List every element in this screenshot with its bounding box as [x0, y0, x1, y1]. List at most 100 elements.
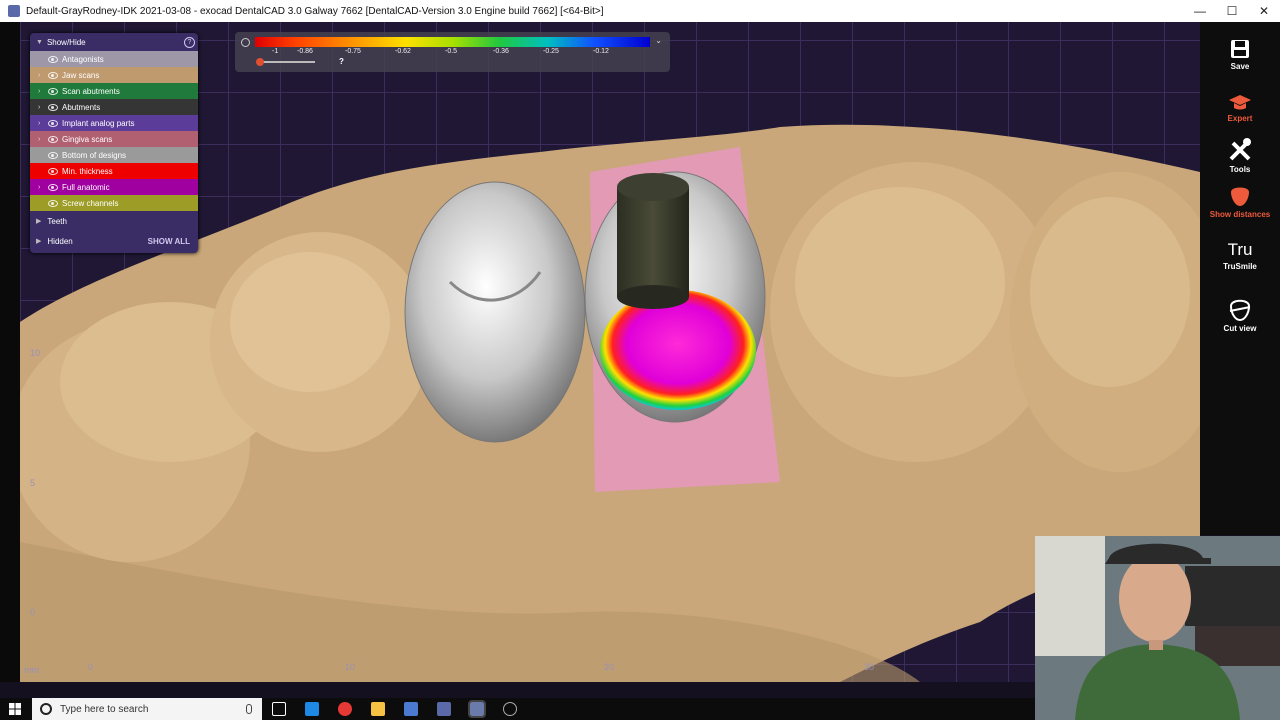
- windows-start-icon[interactable]: [9, 703, 21, 715]
- tooth-distance-icon: [1231, 187, 1249, 206]
- scale-tick-label: -0.5: [445, 48, 458, 55]
- x-axis-label: 0: [88, 662, 94, 672]
- show-hide-header[interactable]: ▼ Show/Hide: [30, 33, 198, 51]
- exocad-taskbar-icon[interactable]: [437, 702, 451, 716]
- gauge-icon[interactable]: [241, 38, 250, 47]
- eye-icon[interactable]: [48, 183, 58, 191]
- search-placeholder: Type here to search: [60, 703, 149, 715]
- expert-button[interactable]: Expert: [1200, 92, 1280, 123]
- cut-view-label: Cut view: [1223, 324, 1257, 333]
- taskbar-search-box[interactable]: Type here to search: [32, 698, 262, 720]
- scale-tick-label: -0.25: [543, 48, 559, 55]
- settings-icon[interactable]: [503, 702, 517, 716]
- minimize-button[interactable]: —: [1184, 0, 1216, 22]
- visibility-item[interactable]: Min. thickness: [30, 163, 198, 179]
- tools-button[interactable]: Tools: [1200, 137, 1280, 174]
- hidden-section[interactable]: ▶ Hidden SHOW ALL: [30, 231, 198, 251]
- visibility-item[interactable]: › Full anatomic: [30, 179, 198, 195]
- visibility-item[interactable]: Bottom of designs: [30, 147, 198, 163]
- left-window-edge: [0, 22, 20, 682]
- chevron-right-icon: ▶: [36, 218, 42, 225]
- save-icon: [1231, 40, 1249, 58]
- visibility-item[interactable]: › Implant analog parts: [30, 115, 198, 131]
- show-hide-title: Show/Hide: [46, 37, 86, 47]
- chevron-right-icon[interactable]: ›: [38, 88, 46, 95]
- file-explorer-icon[interactable]: [371, 702, 385, 716]
- visibility-item[interactable]: › Gingiva scans: [30, 131, 198, 147]
- y-axis-label: 0: [30, 607, 36, 617]
- screw-channel: [617, 187, 689, 297]
- chrome-icon[interactable]: [338, 702, 352, 716]
- mail-icon[interactable]: [305, 702, 319, 716]
- eye-icon[interactable]: [48, 87, 58, 95]
- color-gradient: [255, 37, 650, 47]
- webcam-overlay: [1035, 536, 1280, 720]
- chevron-right-icon[interactable]: ›: [38, 120, 46, 127]
- trusmile-button[interactable]: Tru TruSmile: [1200, 240, 1280, 271]
- trusmile-icon: Tru: [1227, 240, 1253, 259]
- eye-icon[interactable]: [48, 71, 58, 79]
- save-button[interactable]: Save: [1200, 38, 1280, 71]
- scale-tick-label: -0.75: [345, 48, 361, 55]
- scale-tick-label: -1: [272, 48, 279, 55]
- y-axis-label: 10: [30, 348, 41, 358]
- eye-icon[interactable]: [48, 167, 58, 175]
- eye-icon[interactable]: [48, 135, 58, 143]
- x-axis-label: 30: [864, 662, 875, 672]
- task-view-icon[interactable]: [272, 702, 286, 716]
- visibility-item-label: Abutments: [62, 102, 101, 112]
- distance-color-scale: -1 -0.86 -0.75 -0.62 -0.5 -0.36 -0.25 -0.12 ? ⌄: [235, 32, 670, 72]
- expert-label: Expert: [1227, 114, 1253, 123]
- help-icon[interactable]: ?: [184, 37, 195, 48]
- teeth-section[interactable]: ▶ Teeth: [30, 211, 198, 231]
- tools-label: Tools: [1229, 165, 1251, 174]
- y-axis-label: 5: [30, 478, 36, 488]
- maximize-button[interactable]: ☐: [1216, 0, 1248, 22]
- chevron-down-icon[interactable]: ⌄: [655, 36, 662, 45]
- cut-view-icon: [1229, 299, 1251, 322]
- presenter-video: [1035, 536, 1280, 720]
- eye-icon[interactable]: [48, 55, 58, 63]
- show-all-button[interactable]: SHOW ALL: [148, 237, 190, 246]
- visibility-item-label: Implant analog parts: [62, 118, 135, 128]
- visibility-item-label: Min. thickness: [62, 166, 113, 176]
- scale-slider-track[interactable]: [259, 61, 315, 63]
- right-toolbar: Save Expert Tools Show distances Tru Tru…: [1200, 22, 1280, 535]
- visibility-item[interactable]: › Jaw scans: [30, 67, 198, 83]
- chevron-right-icon: ▶: [36, 238, 42, 245]
- microphone-icon[interactable]: [246, 704, 252, 714]
- graduation-cap-icon: [1229, 95, 1251, 110]
- visibility-item-label: Bottom of designs: [62, 150, 127, 160]
- chevron-right-icon[interactable]: ›: [38, 104, 46, 111]
- cut-view-button[interactable]: Cut view: [1200, 298, 1280, 333]
- visibility-item[interactable]: › Abutments: [30, 99, 198, 115]
- tools-icon: [1229, 138, 1251, 161]
- hidden-label: Hidden: [47, 236, 73, 246]
- chevron-right-icon[interactable]: ›: [38, 136, 46, 143]
- eye-icon[interactable]: [48, 103, 58, 111]
- store-icon[interactable]: [404, 702, 418, 716]
- scale-tick-label: -0.12: [593, 48, 609, 55]
- visibility-item[interactable]: › Scan abutments: [30, 83, 198, 99]
- show-hide-panel: ▼ Show/Hide ? Antagonists › Jaw scans › Scan…: [30, 33, 198, 253]
- dentalcad-taskbar-icon[interactable]: [468, 700, 486, 718]
- scale-slider-handle[interactable]: [256, 58, 264, 66]
- close-button[interactable]: ✕: [1248, 0, 1280, 22]
- show-distances-label: Show distances: [1209, 210, 1271, 219]
- chevron-right-icon[interactable]: ›: [38, 72, 46, 79]
- visibility-item-label: Gingiva scans: [62, 134, 113, 144]
- x-axis-unit: mm: [24, 665, 39, 675]
- visibility-item[interactable]: Antagonists: [30, 51, 198, 67]
- scale-tick-label: -0.62: [395, 48, 411, 55]
- chevron-down-icon: ▼: [36, 38, 43, 46]
- window-title: Default-GrayRodney-IDK 2021-03-08 - exoc…: [26, 5, 604, 17]
- scale-slider-label: ?: [339, 57, 344, 66]
- eye-icon[interactable]: [48, 119, 58, 127]
- visibility-item[interactable]: Screw channels: [30, 195, 198, 211]
- chevron-right-icon[interactable]: ›: [38, 184, 46, 191]
- eye-icon[interactable]: [48, 151, 58, 159]
- visibility-item-label: Screw channels: [62, 198, 119, 208]
- crown-restoration: [404, 181, 586, 443]
- show-distances-button[interactable]: Show distances: [1200, 184, 1280, 219]
- eye-icon[interactable]: [48, 199, 58, 207]
